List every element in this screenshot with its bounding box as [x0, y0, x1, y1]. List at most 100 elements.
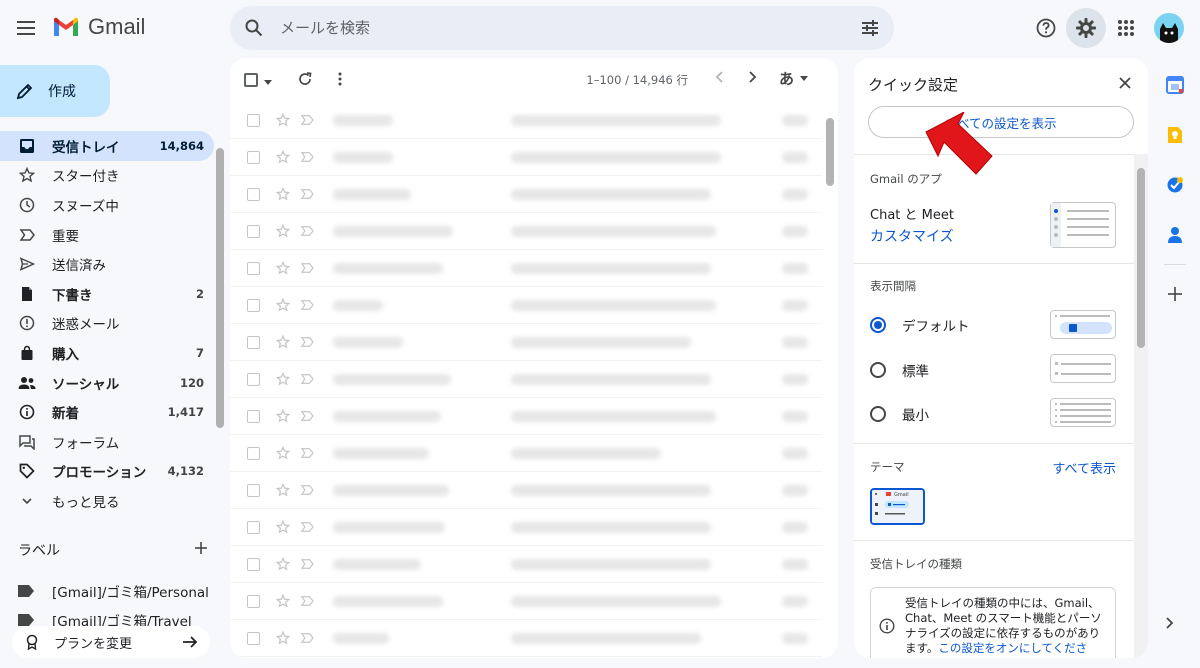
settings-button[interactable]: [1066, 8, 1106, 48]
row-important-button[interactable]: [299, 114, 315, 126]
row-important-button[interactable]: [299, 188, 315, 200]
row-star-button[interactable]: [275, 594, 291, 608]
row-checkbox[interactable]: [247, 261, 260, 275]
sidebar-item-spam[interactable]: 迷惑メール: [0, 309, 214, 339]
input-tools-button[interactable]: あ: [779, 68, 808, 89]
older-button[interactable]: [747, 69, 757, 88]
row-star-button[interactable]: [275, 261, 291, 275]
sidebar-item-forums[interactable]: フォーラム: [0, 427, 214, 457]
row-star-button[interactable]: [275, 631, 291, 645]
radio-button[interactable]: [870, 317, 886, 333]
row-star-button[interactable]: [275, 483, 291, 497]
table-row[interactable]: [230, 324, 822, 361]
add-label-button[interactable]: [194, 541, 208, 559]
close-quick-settings-button[interactable]: [1116, 74, 1134, 92]
sidebar-item-updates[interactable]: 新着 1,417: [0, 397, 214, 427]
radio-button[interactable]: [870, 406, 886, 422]
compose-button[interactable]: 作成: [0, 65, 110, 117]
row-checkbox[interactable]: [247, 113, 260, 127]
row-important-button[interactable]: [299, 447, 315, 459]
search-button[interactable]: [230, 6, 278, 50]
table-row[interactable]: [230, 250, 822, 287]
row-checkbox[interactable]: [247, 483, 260, 497]
table-row[interactable]: [230, 509, 822, 546]
sidebar-item-drafts[interactable]: 下書き 2: [0, 279, 214, 309]
sidebar-item-inbox[interactable]: 受信トレイ 14,864: [0, 131, 214, 161]
row-important-button[interactable]: [299, 299, 315, 311]
select-dropdown-button[interactable]: [264, 71, 272, 90]
row-checkbox[interactable]: [247, 520, 260, 534]
table-row[interactable]: [230, 583, 822, 620]
row-star-button[interactable]: [275, 187, 291, 201]
density-option-default[interactable]: デフォルト: [870, 315, 970, 335]
gmail-logo[interactable]: Gmail: [52, 14, 145, 40]
table-row[interactable]: [230, 361, 822, 398]
scrollbar-thumb[interactable]: [1137, 168, 1145, 348]
label-item[interactable]: [Gmail]/ゴミ箱/Personal: [18, 581, 209, 601]
refresh-button[interactable]: [298, 71, 312, 90]
keep-app-button[interactable]: [1156, 110, 1194, 160]
row-important-button[interactable]: [299, 410, 315, 422]
quick-settings-scrollbar[interactable]: [1134, 154, 1148, 658]
customize-link[interactable]: カスタマイズ: [870, 226, 954, 246]
table-row[interactable]: [230, 213, 822, 250]
see-all-settings-button[interactable]: すべての設定を表示: [868, 106, 1134, 138]
table-row[interactable]: [230, 472, 822, 509]
sidebar-item-snoozed[interactable]: スヌーズ中: [0, 190, 214, 220]
row-checkbox[interactable]: [247, 372, 260, 386]
account-avatar[interactable]: [1154, 13, 1184, 43]
row-star-button[interactable]: [275, 224, 291, 238]
row-checkbox[interactable]: [247, 594, 260, 608]
search-bar[interactable]: [230, 6, 894, 50]
row-important-button[interactable]: [299, 373, 315, 385]
sidebar-item-starred[interactable]: スター付き: [0, 161, 214, 191]
table-row[interactable]: [230, 102, 822, 139]
google-apps-button[interactable]: [1106, 8, 1146, 48]
row-star-button[interactable]: [275, 298, 291, 312]
row-star-button[interactable]: [275, 520, 291, 534]
table-row[interactable]: [230, 620, 822, 657]
theme-thumbnail[interactable]: Gmail: [870, 488, 925, 525]
table-row[interactable]: [230, 435, 822, 472]
row-star-button[interactable]: [275, 409, 291, 423]
sidebar-item-purchases[interactable]: 購入 7: [0, 338, 214, 368]
row-star-button[interactable]: [275, 113, 291, 127]
main-menu-button[interactable]: [10, 12, 42, 44]
table-row[interactable]: [230, 546, 822, 583]
row-important-button[interactable]: [299, 484, 315, 496]
row-star-button[interactable]: [275, 150, 291, 164]
mail-list-scrollbar[interactable]: [826, 118, 834, 186]
search-options-button[interactable]: [846, 6, 894, 50]
row-important-button[interactable]: [299, 262, 315, 274]
get-addons-button[interactable]: [1156, 269, 1194, 319]
sidebar-item-promotions[interactable]: プロモーション 4,132: [0, 457, 214, 487]
table-row[interactable]: [230, 287, 822, 324]
help-button[interactable]: [1026, 8, 1066, 48]
radio-button[interactable]: [870, 362, 886, 378]
row-star-button[interactable]: [275, 335, 291, 349]
row-star-button[interactable]: [275, 372, 291, 386]
tasks-app-button[interactable]: [1156, 160, 1194, 210]
row-important-button[interactable]: [299, 632, 315, 644]
row-checkbox[interactable]: [247, 631, 260, 645]
calendar-app-button[interactable]: [1156, 60, 1194, 110]
row-important-button[interactable]: [299, 558, 315, 570]
search-input[interactable]: [278, 18, 846, 38]
newer-button[interactable]: [715, 69, 725, 88]
table-row[interactable]: [230, 139, 822, 176]
table-row[interactable]: [230, 398, 822, 435]
select-all-checkbox[interactable]: [244, 73, 258, 87]
row-checkbox[interactable]: [247, 409, 260, 423]
change-plan-button[interactable]: プランを変更: [12, 626, 210, 658]
sidebar-item-more[interactable]: もっと見る: [0, 486, 214, 516]
row-checkbox[interactable]: [247, 557, 260, 571]
table-row[interactable]: [230, 176, 822, 213]
density-option-comfortable[interactable]: 標準: [870, 360, 929, 380]
sidebar-scrollbar[interactable]: [216, 148, 224, 428]
row-checkbox[interactable]: [247, 446, 260, 460]
row-star-button[interactable]: [275, 446, 291, 460]
row-important-button[interactable]: [299, 595, 315, 607]
expand-side-panel-button[interactable]: [1164, 615, 1174, 634]
row-checkbox[interactable]: [247, 298, 260, 312]
row-important-button[interactable]: [299, 151, 315, 163]
